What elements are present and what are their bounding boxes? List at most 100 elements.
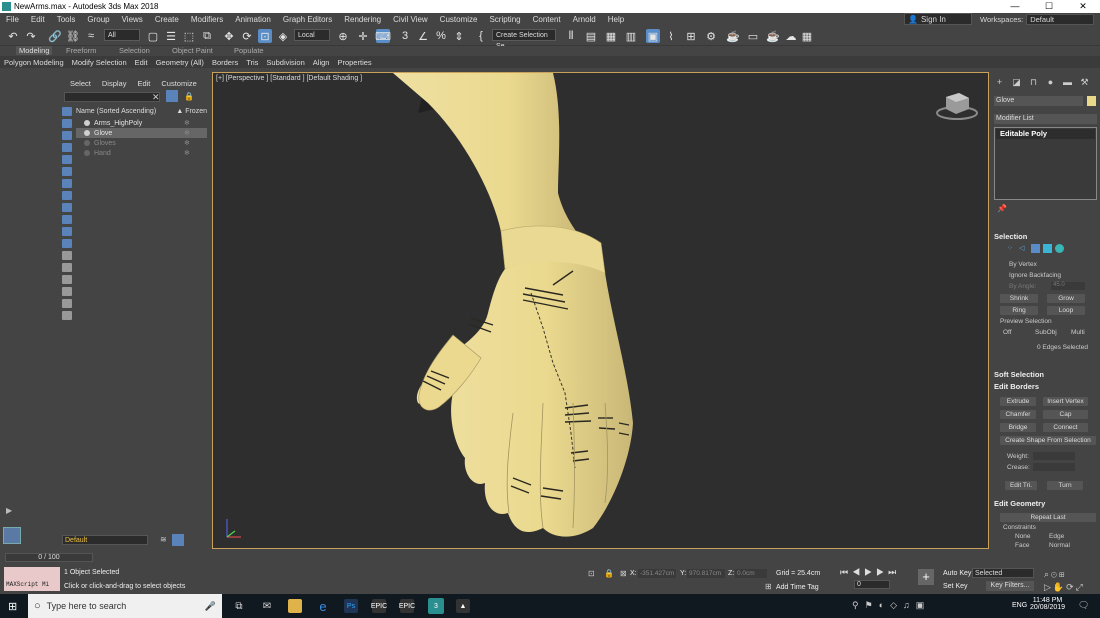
layer-settings-icon[interactable]	[172, 534, 184, 546]
border-icon[interactable]	[1031, 244, 1040, 253]
menu-views[interactable]: Views	[116, 15, 149, 24]
menu-content[interactable]: Content	[527, 15, 567, 24]
ribbon-polygon-modeling[interactable]: Polygon Modeling	[0, 58, 68, 67]
menu-group[interactable]: Group	[81, 15, 115, 24]
menu-modifiers[interactable]: Modifiers	[185, 15, 229, 24]
scene-tab-customize[interactable]: Customize	[161, 79, 196, 88]
spacewarps-filter-icon[interactable]	[62, 167, 72, 176]
named-selection-dropdown[interactable]: Create Selection Se	[492, 29, 556, 50]
scene-explorer-icon[interactable]: ▣	[646, 29, 660, 43]
toggle-ribbon-icon[interactable]: ▥	[624, 29, 638, 43]
edit-named-selection-icon[interactable]: {	[474, 29, 488, 43]
select-object-icon[interactable]: ▢	[146, 29, 160, 43]
tab-selection[interactable]: Selection	[119, 46, 150, 55]
motion-tab-icon[interactable]: ●	[1044, 76, 1057, 88]
curve-editor-icon[interactable]: ⌇	[664, 29, 678, 43]
frozen-icon[interactable]: ❄	[184, 149, 190, 157]
layer-explorer-icon[interactable]: ▦	[604, 29, 618, 43]
frozen-icon[interactable]: ❄	[184, 129, 190, 137]
scene-row[interactable]: Gloves ❄	[76, 138, 207, 148]
geometry-filter-icon[interactable]	[62, 107, 72, 116]
menu-edit[interactable]: Edit	[25, 15, 51, 24]
notification-icon[interactable]: 🗨	[1078, 600, 1089, 611]
scene-tab-select[interactable]: Select	[70, 79, 91, 88]
taskbar-clock[interactable]: 11:48 PM 20/08/2019	[1030, 597, 1065, 611]
lock-icon[interactable]: 🔒	[184, 92, 194, 101]
object-name-field[interactable]: Glove	[994, 96, 1083, 106]
ribbon-align[interactable]: Align	[309, 58, 334, 67]
shapes-filter-icon[interactable]	[62, 119, 72, 128]
add-time-tag-button[interactable]: Add Time Tag	[776, 584, 819, 591]
viewport-layout-icon[interactable]	[3, 527, 21, 544]
containers-filter-icon[interactable]	[62, 215, 72, 224]
edge-browser-icon[interactable]: e	[316, 599, 330, 614]
scene-row[interactable]: Hand ❄	[76, 148, 207, 158]
maxscript-listener[interactable]: MAXScript Mi	[4, 567, 60, 591]
scene-search-input[interactable]	[64, 92, 160, 102]
utilities-tab-icon[interactable]: ⚒	[1078, 76, 1091, 88]
render-cloud-icon[interactable]: ☁	[784, 29, 798, 43]
ribbon-borders[interactable]: Borders	[208, 58, 242, 67]
by-angle-checkbox[interactable]: By Angle:	[1009, 283, 1036, 290]
align-icon[interactable]: ▤	[584, 29, 598, 43]
object-color-swatch[interactable]	[1087, 96, 1096, 106]
helpers-filter-icon[interactable]	[62, 155, 72, 164]
ribbon-edit[interactable]: Edit	[131, 58, 152, 67]
scene-row[interactable]: Arms_HighPoly ❄	[76, 118, 207, 128]
frozen-filter-icon[interactable]	[62, 227, 72, 236]
constraint-face-radio[interactable]: Face	[1015, 542, 1029, 549]
cameras-filter-icon[interactable]	[62, 143, 72, 152]
groups-filter-icon[interactable]	[62, 179, 72, 188]
expand-arrow-icon[interactable]: ▶	[6, 506, 16, 515]
stack-item-editable-poly[interactable]: Editable Poly	[996, 129, 1095, 139]
selection-lock-icon[interactable]: 🔒	[604, 569, 614, 578]
sync-selection-icon[interactable]	[62, 311, 72, 320]
insert-vertex-button[interactable]: Insert Vertex	[1043, 397, 1088, 406]
minimize-button[interactable]: —	[998, 0, 1032, 13]
clear-search-icon[interactable]: ✕	[152, 92, 160, 103]
mail-icon[interactable]: ✉	[260, 599, 274, 613]
close-button[interactable]: ✕	[1066, 0, 1100, 13]
tab-object-paint[interactable]: Object Paint	[172, 46, 213, 55]
selection-filter-dropdown[interactable]: All	[104, 29, 140, 41]
keyboard-shortcut-icon[interactable]: ⌨	[375, 29, 391, 43]
ribbon-properties[interactable]: Properties	[333, 58, 375, 67]
loop-button[interactable]: Loop	[1047, 306, 1085, 315]
y-coordinate-field[interactable]: 970.817cm	[687, 569, 725, 578]
menu-file[interactable]: File	[0, 15, 25, 24]
rect-selection-icon[interactable]: ⬚	[182, 29, 196, 43]
viewport-nav-icons-2[interactable]: ▷✋⟳⤢	[1044, 582, 1085, 593]
ring-button[interactable]: Ring	[1000, 306, 1038, 315]
preview-off-radio[interactable]: Off	[1003, 329, 1012, 336]
sign-in-dropdown[interactable]: 👤 Sign In	[904, 13, 972, 25]
bind-space-warp-icon[interactable]: ≈	[84, 29, 98, 43]
taskbar-search-input[interactable]: ○ Type here to search 🎤	[28, 594, 222, 618]
tab-freeform[interactable]: Freeform	[66, 46, 96, 55]
z-coordinate-field[interactable]: 0.0cm	[735, 569, 767, 578]
maximize-button[interactable]: ☐	[1032, 0, 1066, 13]
display-tab-icon[interactable]: ▬	[1061, 76, 1074, 88]
constraint-normal-radio[interactable]: Normal	[1049, 542, 1070, 549]
preview-multi-radio[interactable]: Multi	[1071, 329, 1085, 336]
system-tray-icons[interactable]: ⚲⚑◐◇♫▣	[852, 600, 930, 611]
window-crossing-icon[interactable]: ⧉	[200, 29, 214, 43]
layer-dropdown[interactable]: Default	[62, 535, 148, 545]
set-key-icon[interactable]: +	[918, 569, 934, 585]
selection-rollout-title[interactable]: Selection	[994, 232, 1097, 241]
place-icon[interactable]: ◈	[276, 29, 290, 43]
visibility-icon[interactable]	[84, 150, 90, 156]
weight-spinner[interactable]	[1033, 452, 1075, 460]
pivot-center-icon[interactable]: ⊕	[336, 29, 350, 43]
scene-tab-edit[interactable]: Edit	[137, 79, 150, 88]
ribbon-geometry-all[interactable]: Geometry (All)	[152, 58, 208, 67]
lights-filter-icon[interactable]	[62, 131, 72, 140]
windows-start-icon[interactable]: ⊞	[8, 600, 17, 613]
create-shape-button[interactable]: Create Shape From Selection	[1000, 436, 1096, 445]
absolute-mode-icon[interactable]: ⊠	[620, 569, 627, 578]
display-none-icon[interactable]	[62, 263, 72, 272]
menu-tools[interactable]: Tools	[51, 15, 82, 24]
chamfer-button[interactable]: Chamfer	[1000, 410, 1036, 419]
key-mode-dropdown[interactable]: Selected	[972, 568, 1034, 578]
redo-icon[interactable]: ↷	[24, 29, 38, 43]
menu-civil-view[interactable]: Civil View	[387, 15, 434, 24]
